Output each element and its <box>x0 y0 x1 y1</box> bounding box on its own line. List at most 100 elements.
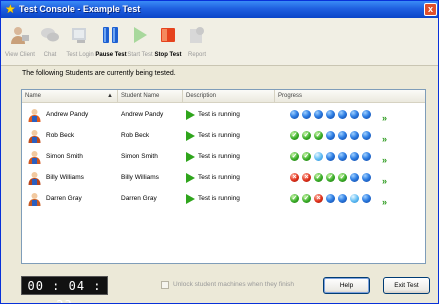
progress-indicator: ✓ ✓ ✓» <box>290 127 420 145</box>
question-status-blue-icon <box>362 194 371 203</box>
student-avatar-icon <box>28 192 41 206</box>
question-status-blue-icon <box>350 152 359 161</box>
question-status-green-icon: ✓ <box>302 152 311 161</box>
toolbar-view-client-button[interactable]: View Client <box>5 21 35 63</box>
unlock-checkbox[interactable] <box>161 281 169 289</box>
cell-student-name: Simon Smith <box>121 153 158 160</box>
view-client-icon <box>9 24 31 46</box>
description-text: Test is running <box>198 153 240 160</box>
table-header: Name ▲ Student Name Description Progress <box>22 90 425 103</box>
question-status-green-icon: ✓ <box>314 131 323 140</box>
column-header-student-name[interactable]: Student Name <box>118 90 183 103</box>
table-row[interactable]: Rob Beck Rob Beck Test is running ✓ ✓ ✓» <box>22 127 425 145</box>
cell-student-name: Billy Williams <box>121 174 159 181</box>
more-progress-chevron-icon: » <box>382 113 387 123</box>
student-avatar-icon <box>28 129 41 143</box>
help-button[interactable]: Help <box>323 277 370 294</box>
cell-student-name: Darren Gray <box>121 195 157 202</box>
description-text: Test is running <box>198 195 240 202</box>
toolbar-chat-button[interactable]: Chat <box>37 21 63 63</box>
student-avatar-icon <box>28 150 41 164</box>
toolbar-stop-test-button[interactable]: Stop Test <box>153 21 183 63</box>
cell-name: Rob Beck <box>46 132 75 139</box>
question-status-lightblue-icon <box>350 194 359 203</box>
question-status-green-icon: ✓ <box>290 152 299 161</box>
cell-student-name: Rob Beck <box>121 132 150 139</box>
running-play-icon <box>186 152 195 162</box>
running-play-icon <box>186 194 195 204</box>
pause-test-icon <box>100 24 122 46</box>
cell-name: Simon Smith <box>46 153 83 160</box>
window-title: Test Console - Example Test <box>19 4 141 14</box>
toolbar-button-label: Chat <box>43 52 57 58</box>
running-play-icon <box>186 131 195 141</box>
toolbar-pause-test-button[interactable]: Pause Test <box>95 21 127 63</box>
sort-ascending-icon: ▲ <box>107 93 113 99</box>
question-status-blue-icon <box>362 131 371 140</box>
description-text: Test is running <box>198 111 240 118</box>
stop-test-icon <box>157 24 179 46</box>
question-status-blue-icon <box>338 194 347 203</box>
question-status-lightblue-icon <box>314 152 323 161</box>
toolbar-start-test-button[interactable]: Start Test <box>127 21 153 63</box>
status-message: The following Students are currently bei… <box>22 70 176 77</box>
running-play-icon <box>186 110 195 120</box>
toolbar-button-label: Test Login <box>66 52 94 58</box>
running-play-icon <box>186 173 195 183</box>
test-login-icon <box>69 24 91 46</box>
question-status-blue-icon <box>362 110 371 119</box>
question-status-green-icon: ✓ <box>326 173 335 182</box>
column-header-name[interactable]: Name ▲ <box>22 90 118 103</box>
question-status-blue-icon <box>350 110 359 119</box>
question-status-blue-icon <box>302 110 311 119</box>
elapsed-timer: 00 : 04 : 23 <box>21 276 108 303</box>
title-bar[interactable]: ★ Test Console - Example Test x <box>1 1 438 18</box>
table-row[interactable]: Billy Williams Billy Williams Test is runn… <box>22 169 425 187</box>
question-status-red-icon: × <box>290 173 299 182</box>
toolbar-button-label: Start Test <box>127 52 153 58</box>
report-icon <box>186 24 208 46</box>
description-text: Test is running <box>198 174 240 181</box>
question-status-blue-icon <box>326 194 335 203</box>
cell-name: Darren Gray <box>46 195 82 202</box>
students-table: Name ▲ Student Name Description Progress… <box>21 89 426 264</box>
cell-name: Andrew Pandy <box>46 111 89 118</box>
test-console-window: ★ Test Console - Example Test x View Cli… <box>0 0 439 304</box>
question-status-green-icon: ✓ <box>302 194 311 203</box>
more-progress-chevron-icon: » <box>382 176 387 186</box>
more-progress-chevron-icon: » <box>382 155 387 165</box>
table-row[interactable]: Andrew Pandy Andrew Pandy Test is running » <box>22 106 425 124</box>
question-status-red-icon: × <box>302 173 311 182</box>
student-avatar-icon <box>28 171 41 185</box>
description-text: Test is running <box>198 132 240 139</box>
toolbar-button-label: View Client <box>5 52 35 58</box>
column-header-description[interactable]: Description <box>183 90 275 103</box>
question-status-green-icon: ✓ <box>290 194 299 203</box>
cell-name: Billy Williams <box>46 174 84 181</box>
toolbar-test-login-button[interactable]: Test Login <box>65 21 95 63</box>
toolbar-button-label: Stop Test <box>154 52 182 58</box>
question-status-red-icon: × <box>314 194 323 203</box>
exit-test-button[interactable]: Exit Test <box>383 277 430 294</box>
question-status-blue-icon <box>338 131 347 140</box>
app-star-icon: ★ <box>5 2 16 16</box>
progress-indicator: ✓ ✓ ×» <box>290 190 420 208</box>
question-status-blue-icon <box>290 110 299 119</box>
table-row[interactable]: Simon Smith Simon Smith Test is running ✓ ✓ » <box>22 148 425 166</box>
table-row[interactable]: Darren Gray Darren Gray Test is running ✓ ✓ ×… <box>22 190 425 208</box>
question-status-blue-icon <box>326 152 335 161</box>
question-status-blue-icon <box>314 110 323 119</box>
question-status-green-icon: ✓ <box>314 173 323 182</box>
column-header-name-label: Name <box>25 93 42 99</box>
question-status-blue-icon <box>350 173 359 182</box>
column-header-progress[interactable]: Progress <box>275 90 425 103</box>
cell-student-name: Andrew Pandy <box>121 111 164 118</box>
toolbar-report-button[interactable]: Report <box>184 21 210 63</box>
start-test-icon <box>129 24 151 46</box>
question-status-blue-icon <box>362 152 371 161</box>
close-button[interactable]: x <box>424 3 437 16</box>
toolbar-button-label: Pause Test <box>95 52 127 58</box>
question-status-blue-icon <box>338 152 347 161</box>
question-status-blue-icon <box>326 131 335 140</box>
progress-indicator: ✓ ✓ » <box>290 148 420 166</box>
